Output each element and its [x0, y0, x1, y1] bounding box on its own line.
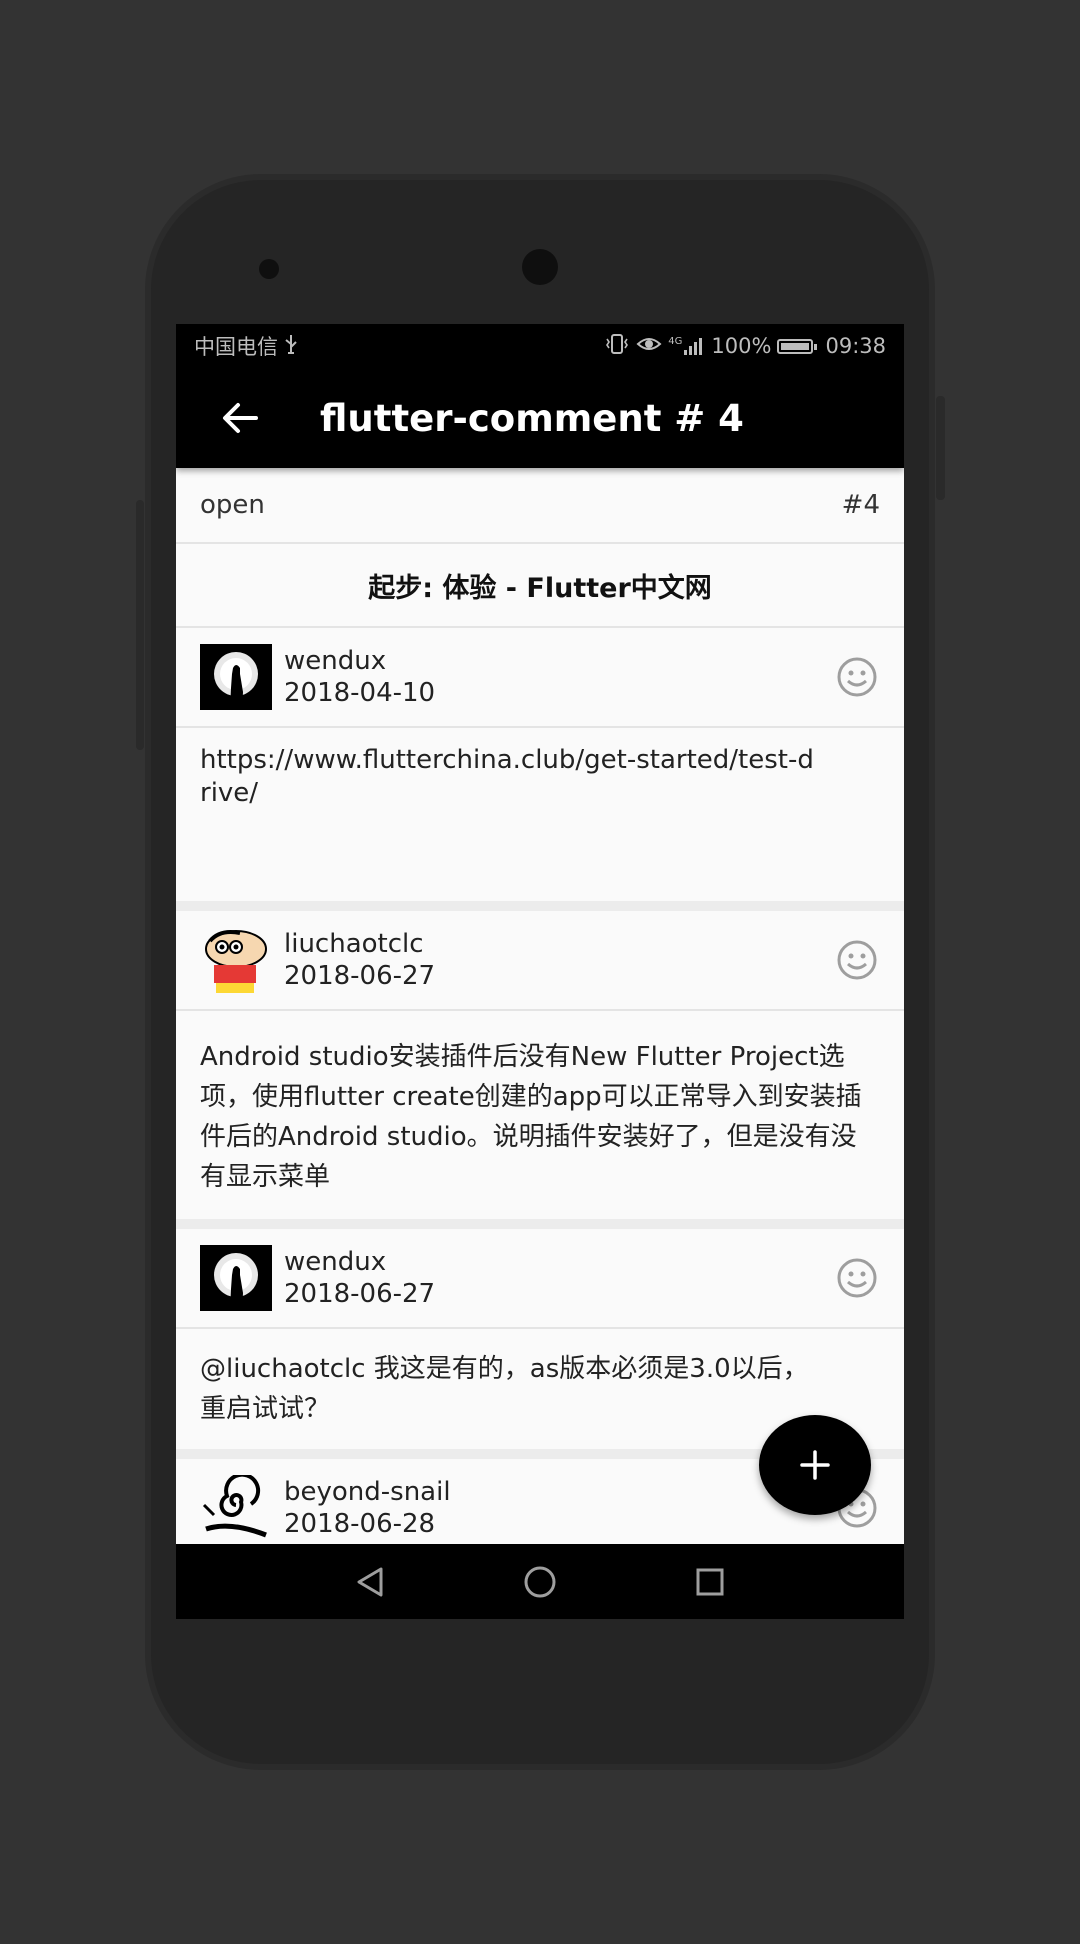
add-comment-button[interactable] — [759, 1415, 871, 1515]
status-bar: 中国电信 4G 100% 09:38 — [176, 324, 904, 368]
usb-icon — [284, 334, 298, 359]
nav-home-button[interactable] — [520, 1562, 560, 1602]
clock: 09:38 — [825, 334, 886, 358]
signal-icon: 4G — [668, 336, 705, 356]
comment-item: liuchaotclc 2018-06-27 Android studio安装插… — [176, 911, 904, 1219]
nav-back-icon — [357, 1567, 383, 1596]
comment-author[interactable]: beyond-snail — [284, 1476, 451, 1508]
issue-header: open #4 — [176, 468, 904, 544]
arrow-left-icon — [223, 403, 258, 433]
page-title: flutter-comment # 4 — [320, 396, 744, 440]
comment-author[interactable]: wendux — [284, 645, 435, 677]
issue-number: #4 — [841, 490, 880, 520]
power-button — [936, 396, 945, 500]
comment-meta: wendux 2018-04-10 — [284, 645, 435, 709]
front-camera — [522, 249, 558, 285]
smiley-icon[interactable] — [836, 1257, 878, 1299]
comment-author[interactable]: wendux — [284, 1246, 435, 1278]
comment-meta: wendux 2018-06-27 — [284, 1246, 435, 1310]
screen: 中国电信 4G 100% 09:38 flutter-comment # 4 o… — [176, 324, 904, 1619]
system-nav-bar — [176, 1544, 904, 1619]
comment-body: Android studio安装插件后没有New Flutter Project… — [200, 1042, 862, 1192]
comment-date: 2018-06-27 — [284, 1279, 436, 1309]
smiley-icon[interactable] — [836, 939, 878, 981]
comment-date: 2018-04-10 — [284, 678, 436, 708]
back-button[interactable] — [210, 388, 270, 448]
divider — [176, 901, 904, 911]
issue-state: open — [200, 490, 265, 520]
eye-icon — [636, 334, 662, 359]
issue-content[interactable]: open #4 起步: 体验 - Flutter中文网 wendux 2018-… — [176, 468, 904, 1539]
avatar[interactable] — [200, 1475, 272, 1539]
comment-header: wendux 2018-04-10 — [176, 628, 904, 728]
nav-home-icon — [524, 1566, 556, 1597]
battery-percent: 100% — [711, 334, 772, 358]
comment-meta: beyond-snail 2018-06-28 — [284, 1476, 451, 1539]
vibrate-icon — [604, 333, 630, 360]
volume-button — [136, 500, 144, 750]
nav-recents-icon — [696, 1568, 724, 1595]
comment-body: https://www.flutterchina.club/get-starte… — [200, 745, 814, 808]
avatar[interactable] — [200, 927, 272, 993]
comment-item: wendux 2018-04-10 https://www.flutterchi… — [176, 628, 904, 901]
nav-recents-button[interactable] — [690, 1562, 730, 1602]
comment-item: wendux 2018-06-27 @liuchaotclc 我这是有的，as版… — [176, 1229, 904, 1449]
comment-date: 2018-06-28 — [284, 1509, 436, 1539]
smiley-icon[interactable] — [836, 656, 878, 698]
app-bar: flutter-comment # 4 — [176, 368, 904, 468]
sensor-dot — [259, 259, 279, 279]
carrier-label: 中国电信 — [194, 335, 278, 359]
avatar[interactable] — [200, 644, 272, 710]
battery-icon — [777, 338, 818, 354]
comment-date: 2018-06-27 — [284, 961, 436, 991]
comment-header: wendux 2018-06-27 — [176, 1229, 904, 1329]
avatar[interactable] — [200, 1245, 272, 1311]
divider — [176, 1219, 904, 1229]
comment-meta: liuchaotclc 2018-06-27 — [284, 928, 435, 992]
nav-back-button[interactable] — [350, 1562, 390, 1602]
comment-author[interactable]: liuchaotclc — [284, 928, 435, 960]
issue-title: 起步: 体验 - Flutter中文网 — [176, 544, 904, 628]
comment-header: liuchaotclc 2018-06-27 — [176, 911, 904, 1011]
add-icon — [800, 1450, 830, 1480]
